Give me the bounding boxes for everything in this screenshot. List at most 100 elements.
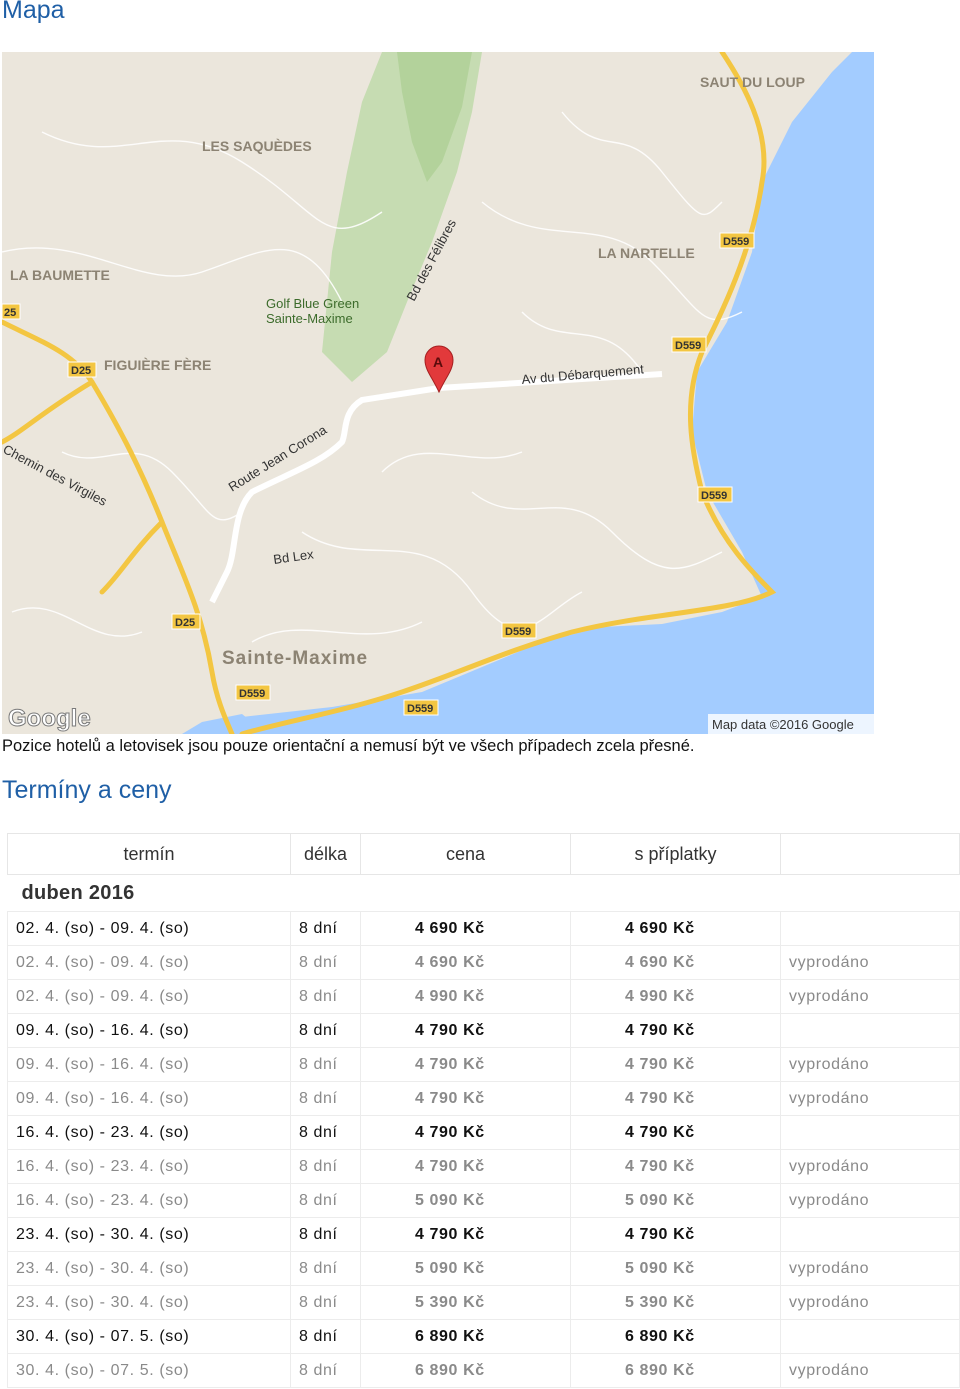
price-extra-cell: 4 690 Kč [570, 945, 781, 980]
status-cell: vyprodáno [780, 979, 960, 1014]
table-row: 16. 4. (so) - 23. 4. (so) 8 dní 4 790 Kč 4 … [7, 1149, 960, 1184]
table-row: 09. 4. (so) - 16. 4. (so) 8 dní 4 790 Kč 4 … [7, 1081, 960, 1116]
length-cell: 8 dní [290, 1115, 361, 1150]
term-cell: 02. 4. (so) - 09. 4. (so) [7, 979, 291, 1014]
length-cell: 8 dní [290, 1319, 361, 1354]
svg-text:D559: D559 [723, 236, 749, 248]
svg-text:D25: D25 [71, 365, 91, 377]
length-cell: 8 dní [290, 1013, 361, 1048]
term-cell: 23. 4. (so) - 30. 4. (so) [7, 1251, 291, 1286]
month-label: duben 2016 [21, 881, 135, 904]
svg-text:FIGUIÈRE FÈRE: FIGUIÈRE FÈRE [104, 357, 211, 373]
svg-text:D559: D559 [407, 703, 433, 715]
map-attribution: Map data ©2016 Google [712, 717, 854, 732]
price-cell: 4 790 Kč [360, 1115, 571, 1150]
map[interactable]: LES SAQUÈDES SAUT DU LOUP LA BAUMETTE LA… [2, 52, 874, 734]
length-cell: 8 dní [290, 1251, 361, 1286]
status-cell: vyprodáno [780, 1149, 960, 1184]
price-extra-cell: 4 790 Kč [570, 1149, 781, 1184]
svg-text:LES SAQUÈDES: LES SAQUÈDES [202, 138, 312, 154]
table-row[interactable]: 30. 4. (so) - 07. 5. (so) 8 dní 6 890 Kč 6 … [7, 1319, 960, 1354]
term-cell: 30. 4. (so) - 07. 5. (so) [7, 1319, 291, 1354]
svg-text:A: A [433, 354, 443, 370]
status-cell [780, 1115, 960, 1150]
price-cell: 5 390 Kč [360, 1285, 571, 1320]
status-cell: vyprodáno [780, 1183, 960, 1218]
svg-text:LA NARTELLE: LA NARTELLE [598, 245, 695, 261]
price-table: termín délka cena s příplatky duben 2016… [7, 833, 960, 1388]
status-cell [780, 1013, 960, 1048]
price-extra-cell: 4 790 Kč [570, 1217, 781, 1252]
term-cell: 09. 4. (so) - 16. 4. (so) [7, 1081, 291, 1116]
table-row[interactable]: 16. 4. (so) - 23. 4. (so) 8 dní 4 790 Kč 4 … [7, 1115, 960, 1150]
term-cell: 09. 4. (so) - 16. 4. (so) [7, 1013, 291, 1048]
month-row: duben 2016 [8, 875, 960, 912]
col-term: termín [7, 833, 291, 875]
price-extra-cell: 5 090 Kč [570, 1183, 781, 1218]
price-extra-cell: 4 790 Kč [570, 1081, 781, 1116]
table-row: 30. 4. (so) - 07. 5. (so) 8 dní 6 890 Kč 6 … [7, 1353, 960, 1388]
svg-text:D559: D559 [505, 626, 531, 638]
col-price-extra: s příplatky [570, 833, 781, 875]
col-length: délka [290, 833, 361, 875]
status-cell: vyprodáno [780, 1353, 960, 1388]
length-cell: 8 dní [290, 979, 361, 1014]
length-cell: 8 dní [290, 1149, 361, 1184]
table-header-row: termín délka cena s příplatky [7, 833, 960, 875]
price-extra-cell: 4 990 Kč [570, 979, 781, 1014]
length-cell: 8 dní [290, 1353, 361, 1388]
price-cell: 5 090 Kč [360, 1183, 571, 1218]
price-cell: 4 790 Kč [360, 1047, 571, 1082]
length-cell: 8 dní [290, 1047, 361, 1082]
svg-text:D559: D559 [239, 688, 265, 700]
length-cell: 8 dní [290, 1081, 361, 1116]
length-cell: 8 dní [290, 1183, 361, 1218]
term-cell: 02. 4. (so) - 09. 4. (so) [7, 911, 291, 946]
term-cell: 02. 4. (so) - 09. 4. (so) [7, 945, 291, 980]
price-cell: 6 890 Kč [360, 1353, 571, 1388]
length-cell: 8 dní [290, 1285, 361, 1320]
svg-text:Golf Blue Green: Golf Blue Green [266, 296, 359, 311]
status-cell: vyprodáno [780, 945, 960, 980]
price-cell: 6 890 Kč [360, 1319, 571, 1354]
price-cell: 4 790 Kč [360, 1217, 571, 1252]
svg-text:D25: D25 [175, 617, 195, 629]
svg-text:SAUT DU LOUP: SAUT DU LOUP [700, 74, 805, 90]
status-cell [780, 911, 960, 946]
price-cell: 4 990 Kč [360, 979, 571, 1014]
col-status [780, 833, 960, 875]
status-cell [780, 1319, 960, 1354]
status-cell: vyprodáno [780, 1285, 960, 1320]
google-logo: Google [8, 705, 92, 733]
table-row[interactable]: 02. 4. (so) - 09. 4. (so) 8 dní 4 690 Kč 4 … [7, 911, 960, 946]
price-cell: 4 790 Kč [360, 1013, 571, 1048]
price-extra-cell: 6 890 Kč [570, 1319, 781, 1354]
price-extra-cell: 4 790 Kč [570, 1013, 781, 1048]
golf-label: Golf Blue Green Sainte-Maxime [266, 296, 359, 326]
length-cell: 8 dní [290, 911, 361, 946]
term-cell: 16. 4. (so) - 23. 4. (so) [7, 1183, 291, 1218]
length-cell: 8 dní [290, 945, 361, 980]
svg-text:Google: Google [8, 705, 91, 732]
price-extra-cell: 6 890 Kč [570, 1353, 781, 1388]
svg-text:25: 25 [4, 307, 16, 319]
table-row: 23. 4. (so) - 30. 4. (so) 8 dní 5 090 Kč 5 … [7, 1251, 960, 1286]
svg-text:D559: D559 [701, 490, 727, 502]
svg-text:D559: D559 [675, 340, 701, 352]
col-price: cena [360, 833, 571, 875]
price-extra-cell: 4 790 Kč [570, 1115, 781, 1150]
table-row: 09. 4. (so) - 16. 4. (so) 8 dní 4 790 Kč 4 … [7, 1047, 960, 1082]
table-row: 02. 4. (so) - 09. 4. (so) 8 dní 4 990 Kč 4 … [7, 979, 960, 1014]
status-cell: vyprodáno [780, 1081, 960, 1116]
terms-heading: Termíny a ceny [2, 776, 172, 804]
status-cell [780, 1217, 960, 1252]
table-row[interactable]: 09. 4. (so) - 16. 4. (so) 8 dní 4 790 Kč 4 … [7, 1013, 960, 1048]
term-cell: 23. 4. (so) - 30. 4. (so) [7, 1285, 291, 1320]
price-cell: 4 690 Kč [360, 911, 571, 946]
status-cell: vyprodáno [780, 1251, 960, 1286]
length-cell: 8 dní [290, 1217, 361, 1252]
svg-text:LA BAUMETTE: LA BAUMETTE [10, 267, 110, 283]
table-row[interactable]: 23. 4. (so) - 30. 4. (so) 8 dní 4 790 Kč 4 … [7, 1217, 960, 1252]
term-cell: 09. 4. (so) - 16. 4. (so) [7, 1047, 291, 1082]
table-row: 02. 4. (so) - 09. 4. (so) 8 dní 4 690 Kč 4 … [7, 945, 960, 980]
